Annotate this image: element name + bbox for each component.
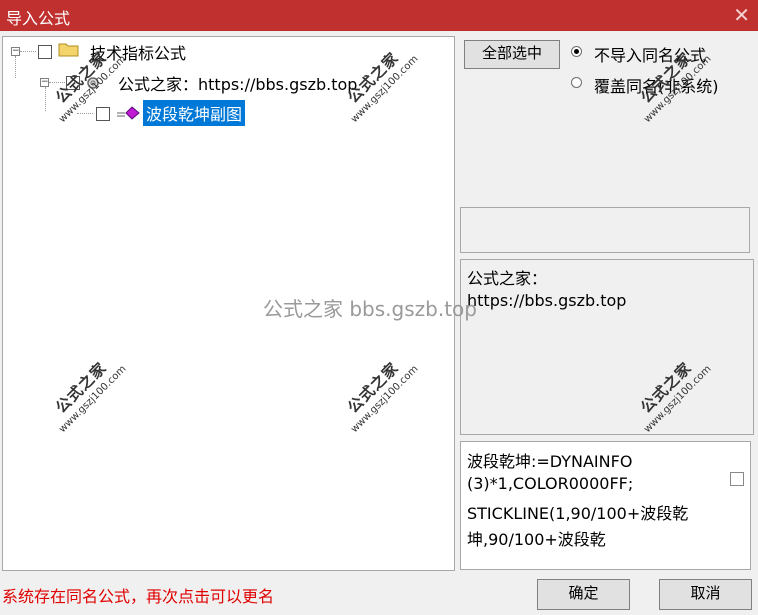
root-checkbox[interactable]: [38, 45, 52, 59]
code-line-1: 波段乾坤:=DYNAINFO: [467, 452, 633, 471]
code-checkbox[interactable]: [730, 472, 744, 486]
status-message: 系统存在同名公式，再次点击可以更名: [2, 587, 275, 606]
no-import-label: 不导入同名公式: [594, 46, 707, 65]
tree-root-label[interactable]: 技术指标公式: [90, 40, 186, 64]
source-checkbox[interactable]: [66, 76, 80, 90]
code-line-4: 坤,90/100+波段乾: [467, 530, 606, 549]
cancel-button[interactable]: 取消: [659, 579, 752, 610]
folder-icon: [58, 43, 79, 57]
tree-line: [49, 82, 65, 83]
tree-line: [77, 113, 93, 114]
center-watermark: 公式之家 bbs.gszb.top: [263, 297, 477, 321]
tree-line: [20, 51, 36, 52]
select-all-button[interactable]: 全部选中: [464, 40, 560, 69]
source-info-box[interactable]: 公式之家： https://bbs.gszb.top: [460, 259, 754, 435]
close-icon[interactable]: ✕: [733, 3, 750, 27]
title-bar: 导入公式 ✕: [0, 0, 758, 31]
description-box[interactable]: [460, 207, 750, 253]
overwrite-label: 覆盖同名(非系统): [594, 77, 719, 96]
ok-button[interactable]: 确定: [537, 579, 630, 610]
source-line-1: 公式之家：: [467, 269, 548, 288]
code-line-3: STICKLINE(1,90/100+波段乾: [467, 504, 689, 523]
code-line-2: (3)*1,COLOR0000FF;: [467, 474, 634, 493]
window-title: 导入公式: [6, 9, 71, 28]
collapse-root-icon[interactable]: −: [11, 47, 20, 56]
overwrite-radio[interactable]: [571, 77, 582, 88]
no-import-radio[interactable]: [571, 46, 582, 57]
gear-icon: [87, 77, 99, 89]
tree-source-label[interactable]: 公式之家：https://bbs.gszb.top: [118, 71, 357, 95]
item-checkbox[interactable]: [96, 107, 110, 121]
tree-line: [45, 87, 46, 111]
collapse-source-icon[interactable]: −: [40, 78, 49, 87]
formula-code-box[interactable]: 波段乾坤:=DYNAINFO (3)*1,COLOR0000FF; STICKL…: [460, 441, 751, 570]
tree-item-label[interactable]: 波段乾坤副图: [143, 100, 246, 126]
tree-line: [15, 56, 16, 78]
source-line-2: https://bbs.gszb.top: [467, 291, 627, 310]
indicator-icon: [117, 106, 140, 120]
